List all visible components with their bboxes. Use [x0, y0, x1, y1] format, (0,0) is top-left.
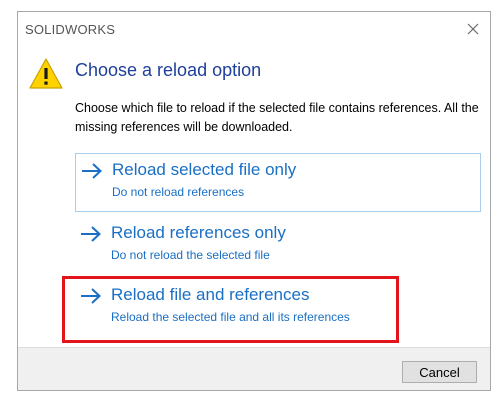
window-title: SOLIDWORKS — [25, 22, 116, 37]
cancel-button[interactable]: Cancel — [402, 361, 477, 383]
option-title: Reload file and references — [111, 285, 310, 304]
dialog-heading: Choose a reload option — [75, 60, 262, 80]
arrow-right-icon — [82, 163, 102, 179]
title-bar: SOLIDWORKS — [18, 12, 490, 46]
close-icon — [467, 23, 479, 35]
option-reload-file-and-references[interactable]: Reload file and references Reload the se… — [75, 279, 481, 338]
option-title: Reload selected file only — [112, 160, 297, 179]
option-subtitle: Reload the selected file and all its ref… — [111, 310, 350, 324]
option-subtitle: Do not reload the selected file — [111, 248, 270, 262]
reload-dialog: SOLIDWORKS Choose a reload option Choose… — [17, 11, 491, 391]
dialog-description: Choose which file to reload if the selec… — [75, 101, 479, 134]
arrow-right-icon — [81, 288, 101, 304]
option-reload-selected-file-only[interactable]: Reload selected file only Do not reload … — [75, 153, 481, 212]
warning-icon — [29, 58, 63, 89]
close-button[interactable] — [462, 18, 484, 40]
arrow-right-icon — [81, 226, 101, 242]
option-reload-references-only[interactable]: Reload references only Do not reload the… — [75, 217, 481, 276]
dialog-footer: Cancel — [18, 347, 490, 390]
option-subtitle: Do not reload references — [112, 185, 245, 199]
option-title: Reload references only — [111, 223, 286, 242]
